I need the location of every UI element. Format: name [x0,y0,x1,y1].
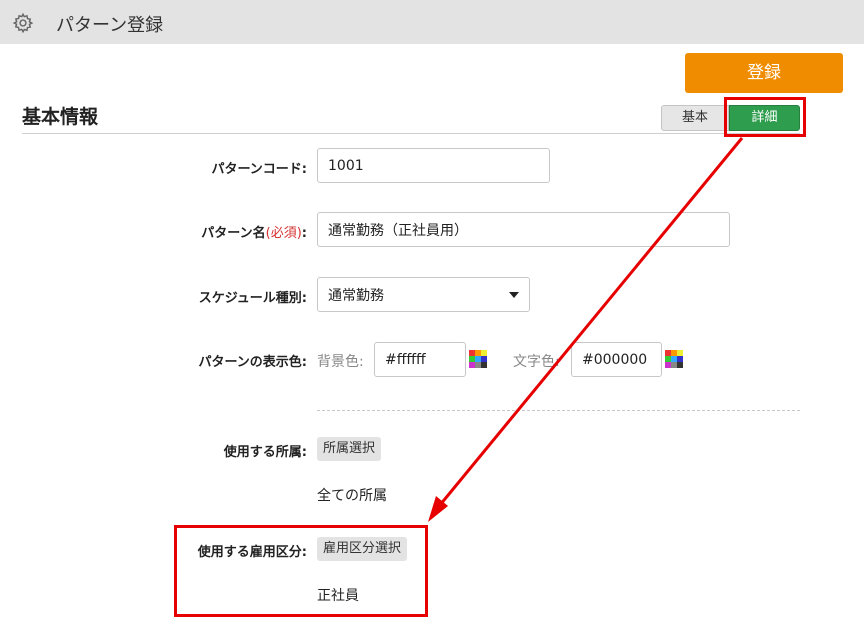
bg-color-value: #ffffff [385,351,426,368]
text-color-input[interactable]: #000000 [571,342,662,377]
pattern-code-input[interactable]: 1001 [317,148,550,183]
color-palette-icon[interactable] [469,350,487,368]
display-color-label: パターンの表示色: [198,355,307,370]
pattern-name-value: 通常勤務（正社員用） [328,222,468,239]
pattern-code-value: 1001 [328,157,364,174]
schedule-type-select[interactable]: 通常勤務 [317,277,530,312]
pattern-name-colon: : [301,226,307,241]
pattern-code-label: パターンコード: [211,162,307,177]
dashed-divider [317,410,800,411]
pattern-name-input[interactable]: 通常勤務（正社員用） [317,212,730,247]
required-marker: (必須) [265,226,302,241]
bg-color-input[interactable]: #ffffff [374,342,466,377]
register-button[interactable]: 登録 [685,53,843,93]
schedule-type-value: 通常勤務 [328,287,384,304]
section-divider [22,133,800,134]
text-color-label: 文字色: [513,354,560,370]
schedule-type-label: スケジュール種別: [198,291,307,306]
tab-basic[interactable]: 基本 [661,105,729,131]
pattern-name-label: パターン名(必須): [201,222,307,241]
gear-icon[interactable] [12,12,34,34]
department-label: 使用する所属: [223,445,307,460]
annotation-arrow [428,137,744,522]
page-title: パターン登録 [56,15,164,36]
department-value: 全ての所属 [317,488,387,504]
bg-color-label: 背景色: [317,354,364,370]
pattern-name-label-text: パターン名 [201,226,266,241]
text-color-value: #000000 [582,351,648,368]
section-title: 基本情報 [22,106,99,128]
dropdown-arrow-icon [509,292,519,298]
color-palette-icon[interactable] [665,350,683,368]
highlight-detail-tab [724,97,806,137]
highlight-employment [174,525,428,617]
header-bar: パターン登録 [0,0,864,44]
department-select-button[interactable]: 所属選択 [317,437,382,461]
